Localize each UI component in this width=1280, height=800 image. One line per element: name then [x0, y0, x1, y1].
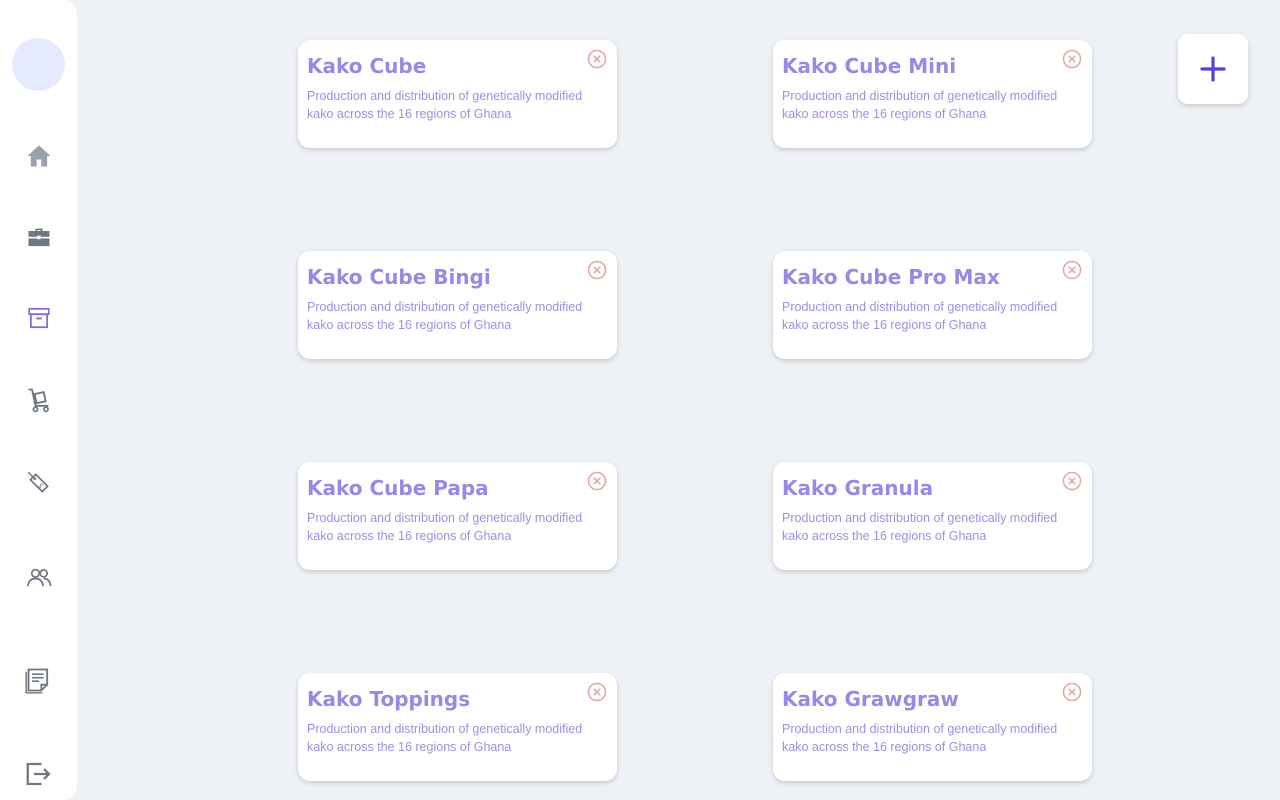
sidebar: $: [0, 0, 77, 800]
product-description: Production and distribution of genetical…: [307, 89, 583, 121]
close-icon[interactable]: [587, 682, 607, 702]
product-title: Kako Toppings: [307, 687, 471, 711]
product-card[interactable]: Kako Toppings Production and distributio…: [298, 673, 617, 781]
product-card[interactable]: Kako Cube Pro Max Production and distrib…: [773, 251, 1092, 359]
hand-truck-icon: [28, 388, 49, 413]
close-icon[interactable]: [587, 49, 607, 69]
price-tag-icon: $: [27, 471, 49, 493]
product-card[interactable]: Kako Cube Mini Production and distributi…: [773, 40, 1092, 148]
product-title: Kako Granula: [782, 476, 934, 500]
product-card[interactable]: Kako Cube Bingi Production and distribut…: [298, 251, 617, 359]
close-icon[interactable]: [587, 471, 607, 491]
product-title: Kako Cube Papa: [307, 476, 489, 500]
notes-icon: [25, 668, 49, 694]
product-title: Kako Cube Bingi: [307, 265, 491, 289]
briefcase-icon: [28, 228, 50, 247]
product-card[interactable]: Kako Granula Production and distribution…: [773, 462, 1092, 570]
product-title: Kako Cube: [307, 54, 427, 78]
close-icon[interactable]: [1062, 471, 1082, 491]
sidebar-item-archive[interactable]: [22, 301, 56, 335]
product-description: Production and distribution of genetical…: [782, 722, 1058, 754]
product-description: Production and distribution of genetical…: [782, 89, 1058, 121]
sidebar-item-home[interactable]: [22, 139, 56, 173]
svg-text:$: $: [36, 481, 45, 490]
close-icon[interactable]: [1062, 49, 1082, 69]
product-card[interactable]: Kako Cube Papa Production and distributi…: [298, 462, 617, 570]
product-title: Kako Cube Mini: [782, 54, 957, 78]
product-description: Production and distribution of genetical…: [307, 722, 583, 754]
close-icon[interactable]: [1062, 260, 1082, 280]
product-card[interactable]: Kako Grawgraw Production and distributio…: [773, 673, 1092, 781]
product-description: Production and distribution of genetical…: [782, 511, 1058, 543]
product-title: Kako Cube Pro Max: [782, 265, 1000, 289]
users-icon: [27, 568, 52, 587]
product-description: Production and distribution of genetical…: [782, 300, 1058, 332]
product-card[interactable]: Kako Cube Production and distribution of…: [298, 40, 617, 148]
sidebar-item-delivery[interactable]: [22, 383, 56, 417]
close-icon[interactable]: [587, 260, 607, 280]
product-description: Production and distribution of genetical…: [307, 511, 583, 543]
add-product-button[interactable]: [1178, 34, 1248, 104]
sidebar-item-briefcase[interactable]: [22, 221, 56, 255]
sidebar-item-pricing[interactable]: $: [22, 466, 56, 500]
sidebar-item-notes[interactable]: [22, 663, 56, 697]
product-description: Production and distribution of genetical…: [307, 300, 583, 332]
archive-icon: [28, 307, 50, 329]
avatar[interactable]: [12, 38, 65, 91]
logout-button[interactable]: [22, 757, 56, 791]
sidebar-item-users[interactable]: [22, 561, 56, 595]
close-icon[interactable]: [1062, 682, 1082, 702]
product-title: Kako Grawgraw: [782, 687, 959, 711]
logout-icon: [26, 762, 51, 786]
plus-icon: [1200, 56, 1226, 82]
home-icon: [27, 145, 51, 167]
